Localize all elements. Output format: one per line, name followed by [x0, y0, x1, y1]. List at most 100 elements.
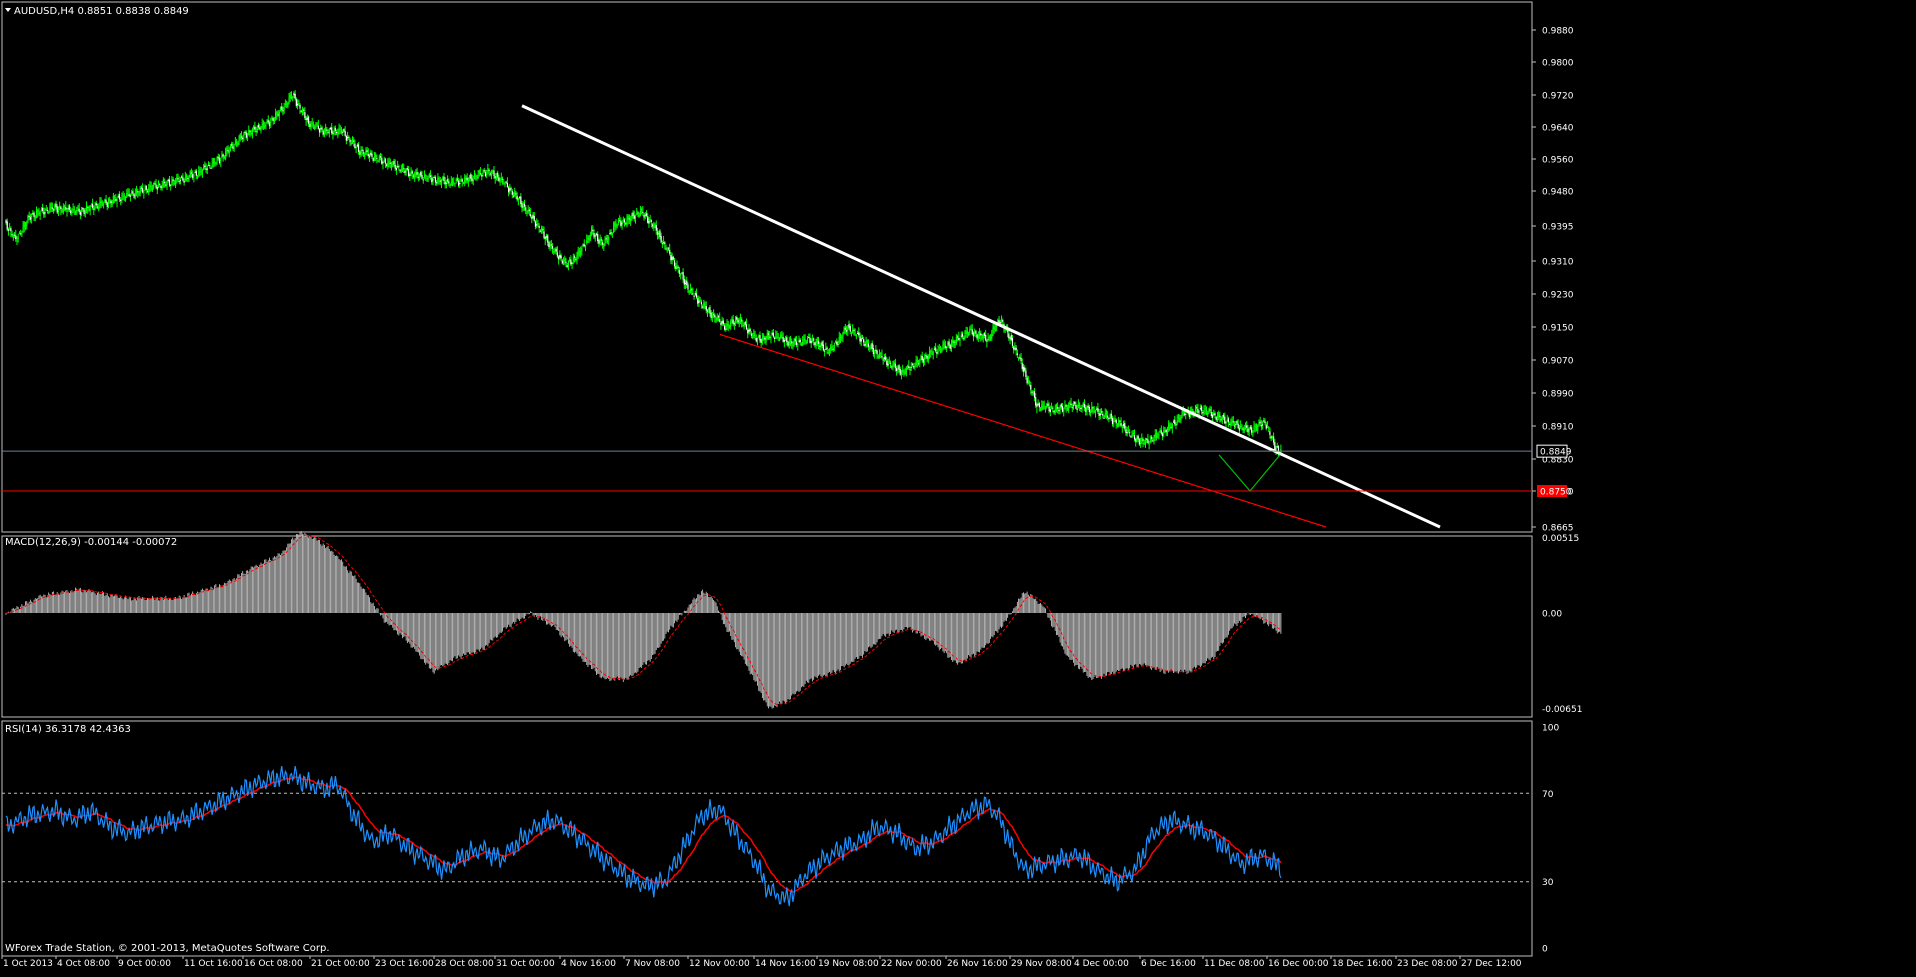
candle-body — [578, 251, 580, 253]
candle-body — [260, 129, 262, 131]
projection-path[interactable] — [1218, 454, 1281, 492]
trendline-support[interactable] — [719, 333, 1327, 528]
rsi-panel-frame[interactable] — [1, 720, 1533, 957]
mt4-chart-window[interactable]: 0.9880 0.9800 0.9720 0.9640 0.9560 0.9480 0.93… — [0, 0, 1916, 973]
candle-body — [488, 169, 490, 171]
candle-body — [1268, 427, 1270, 429]
rsi-ma-line[interactable] — [5, 775, 1282, 893]
candle-body — [1013, 346, 1015, 350]
candle-body — [1082, 403, 1084, 407]
candle-body — [899, 368, 901, 375]
candle-body — [381, 157, 383, 164]
candle-body — [1132, 432, 1134, 435]
candle-body — [1244, 423, 1247, 429]
rsi-line[interactable] — [5, 765, 1282, 907]
candle-body — [379, 156, 382, 158]
rsi-tick-label: 70 — [1542, 790, 1554, 800]
candle-body — [826, 347, 828, 349]
candle-body — [195, 170, 197, 176]
candle-body — [1060, 404, 1062, 408]
candle-body — [433, 176, 435, 178]
candle-body — [1229, 424, 1231, 426]
candle-body — [614, 222, 616, 228]
candle-body — [1258, 422, 1260, 425]
candle-body — [376, 157, 378, 159]
candle-body — [648, 220, 650, 224]
candle-body — [1144, 439, 1147, 445]
time-tick-label: 23 Dec 08:00 — [1397, 959, 1458, 969]
candle-body — [871, 343, 873, 349]
candle-body — [273, 119, 275, 122]
candle-body — [271, 117, 273, 120]
candle-body — [469, 177, 471, 179]
time-tick-label: 23 Oct 16:00 — [375, 959, 434, 969]
candle-body — [776, 333, 778, 335]
candle-body — [937, 351, 939, 353]
candle-body — [9, 228, 11, 230]
candle-body — [50, 204, 52, 209]
candle-body — [124, 196, 127, 201]
candle-body — [1092, 407, 1094, 409]
candle-body — [400, 169, 402, 172]
candle-body — [353, 140, 355, 142]
candle-body — [159, 183, 161, 185]
candle-body — [906, 366, 909, 368]
candle-body — [970, 327, 972, 329]
candle-body — [148, 188, 150, 193]
candle-body — [903, 370, 905, 372]
candle-body — [251, 129, 254, 136]
candle-body — [830, 346, 832, 351]
chart-canvas[interactable]: 0.9880 0.9800 0.9720 0.9640 0.9560 0.9480 0.93… — [0, 0, 1916, 973]
candle-body — [720, 322, 722, 325]
candle-body — [63, 205, 66, 207]
candle-body — [778, 338, 781, 340]
candle-body — [1220, 419, 1222, 421]
candle-body — [316, 124, 318, 126]
candle-body — [965, 330, 967, 335]
triangle-down-icon[interactable] — [5, 8, 11, 12]
candle-body — [223, 156, 225, 159]
candle-body — [434, 177, 437, 183]
candle-body — [686, 280, 688, 285]
candle-body — [246, 135, 249, 137]
candle-body — [329, 128, 332, 130]
price-tick-label: 0.8665 — [1542, 524, 1574, 534]
candle-body — [706, 310, 709, 312]
candle-body — [1009, 337, 1011, 339]
candle-body — [1147, 439, 1149, 443]
candle-body — [611, 233, 613, 236]
candle-body — [911, 363, 914, 365]
candle-body — [533, 216, 535, 221]
candle-body — [1259, 421, 1261, 424]
candle-body — [447, 179, 449, 182]
rsi-indicator — [2, 765, 1532, 907]
candle-body — [395, 168, 397, 171]
candle-body — [638, 214, 640, 217]
candle-body — [1059, 406, 1061, 410]
candle-body — [847, 327, 849, 331]
candle-body — [813, 338, 815, 341]
trendline-resistance[interactable] — [521, 104, 1441, 529]
candle-body — [115, 198, 117, 201]
candle-body — [442, 178, 444, 180]
candle-body — [1121, 426, 1123, 428]
candle-body — [1231, 419, 1233, 422]
candle-body — [997, 320, 999, 323]
candle-body — [556, 252, 559, 257]
candle-body — [986, 340, 988, 342]
candle-body — [196, 175, 199, 177]
candle-body — [944, 345, 946, 348]
candle-body — [15, 235, 17, 240]
candle-body — [306, 117, 308, 120]
candle-body — [397, 166, 399, 168]
candle-body — [789, 339, 792, 342]
candle-body — [226, 148, 228, 152]
candle-body — [839, 334, 842, 338]
candle-body — [616, 224, 618, 227]
candle-body — [1044, 408, 1047, 410]
main-panel-frame[interactable] — [1, 1, 1533, 533]
candle-body — [1011, 337, 1014, 346]
candle-body — [1022, 366, 1025, 372]
candle-body — [290, 96, 293, 98]
candle-body — [1224, 416, 1226, 424]
